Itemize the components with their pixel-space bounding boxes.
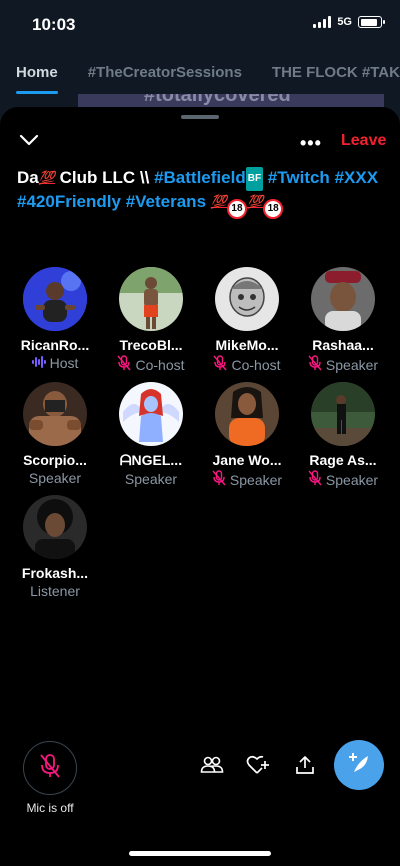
avatar [311,382,375,446]
chevron-down-icon[interactable] [18,132,40,148]
participant-rageas[interactable]: Rage As... Speaker [295,382,391,489]
hashtag-link[interactable]: #Veterans [126,192,206,211]
sheet-grabber[interactable] [181,115,219,119]
status-indicators: 5G [313,16,385,28]
avatar [311,267,375,331]
participant-role: Speaker [103,471,199,487]
compose-plus-icon [346,750,372,781]
hashtag-link[interactable]: #XXX [335,168,378,187]
participant-name: Frokash... [21,565,89,581]
mic-muted-icon [308,355,322,374]
heart-plus-icon[interactable] [245,752,271,778]
role-label: Speaker [229,471,283,488]
avatar [215,267,279,331]
hundred-emoji-icon: 💯 [210,194,227,209]
space-sheet: ••• Leave Da💯 Club LLC \\ #Battlefield BF… [0,107,400,866]
participant-name: Scorpio... [23,452,87,468]
mic-off-icon [39,753,61,784]
signal-icon [313,16,332,28]
role-label: Speaker [124,471,178,487]
eighteen-plus-icon: 18 [226,199,247,219]
battery-icon [358,16,385,28]
participant-ricanro[interactable]: RicanRo... Host [7,267,103,371]
title-text: Da [17,168,39,187]
mic-muted-icon [117,355,132,374]
tab-the-flock[interactable]: THE FLOCK #TAK [256,52,400,94]
participant-scorpio[interactable]: Scorpio... Speaker [7,382,103,486]
tab-label: THE FLOCK #TAK [271,64,400,81]
participant-trecobl[interactable]: TrecoBl... Co-host [103,267,199,374]
role-label: Listener [30,583,80,599]
people-icon[interactable] [199,752,225,778]
leave-button[interactable]: Leave [341,132,386,150]
mic-status-label: Mic is off [26,801,74,815]
hashtag-link[interactable]: #Twitch [268,168,330,187]
participant-mikemo[interactable]: MikeMo... Co-host [199,267,295,374]
role-label: Host [49,355,79,371]
space-title: Da💯 Club LLC \\ #Battlefield BF #Twitch #… [17,167,387,219]
participant-role: Speaker [7,470,103,486]
participant-name: ᗩNGEL... [119,452,183,468]
background-card-text: #totallycovered [144,94,291,106]
avatar [119,267,183,331]
participant-frokash[interactable]: Frokash... Listener [7,495,103,599]
participant-role: Co-host [199,355,295,374]
mic-toggle-button[interactable] [23,741,77,795]
avatar [119,382,183,446]
avatar [23,382,87,446]
share-icon[interactable] [292,752,318,778]
hashtag-link[interactable]: #Battlefield [154,168,246,187]
participant-name: MikeMo... [215,337,279,353]
compose-button[interactable] [334,740,384,790]
tab-label: #TheCreatorSessions [87,64,242,81]
role-label: Speaker [325,356,379,373]
more-options-button[interactable]: ••• [300,133,322,154]
participant-role: Speaker [295,470,391,489]
network-type: 5G [337,16,352,28]
participant-name: Rage As... [309,452,377,468]
role-label: Co-host [135,356,185,373]
participant-role: Listener [7,583,103,599]
participant-role: Host [7,355,103,371]
home-indicator[interactable] [129,851,271,856]
mic-muted-icon [212,470,226,489]
participant-janewo[interactable]: Jane Wo... Speaker [199,382,295,489]
participant-name: Rashaa... [312,337,374,353]
participant-role: Co-host [103,355,199,374]
role-label: Speaker [325,471,379,488]
participant-name: RicanRo... [20,337,90,353]
hashtag-link[interactable]: #420Friendly [17,192,121,211]
avatar [23,267,87,331]
timeline-tabs: Home #TheCreatorSessions THE FLOCK #TAK [0,52,400,94]
avatar [23,495,87,559]
eighteen-plus-icon: 18 [263,199,284,219]
tab-creator-sessions[interactable]: #TheCreatorSessions [72,52,256,94]
participant-angel[interactable]: ᗩNGEL... Speaker [103,382,199,487]
tab-home[interactable]: Home [0,52,72,94]
participant-rashaa[interactable]: Rashaa... Speaker [295,267,391,374]
hundred-emoji-icon: 💯 [246,194,264,209]
title-text: Club LLC \\ [54,168,155,187]
hundred-emoji-icon: 💯 [38,170,55,185]
role-label: Speaker [28,470,82,486]
participant-role: Speaker [199,470,295,489]
mic-muted-icon [308,470,322,489]
battlefield-logo-icon: BF [245,167,264,191]
participant-name: TrecoBl... [119,337,183,353]
status-bar: 10:03 5G [0,0,400,48]
avatar [215,382,279,446]
participant-role: Speaker [295,355,391,374]
role-label: Co-host [231,356,281,373]
tab-label: Home [16,64,58,81]
speaking-waveform-icon [31,355,46,371]
mic-muted-icon [213,355,228,374]
status-time: 10:03 [32,15,76,34]
participant-name: Jane Wo... [212,452,282,468]
